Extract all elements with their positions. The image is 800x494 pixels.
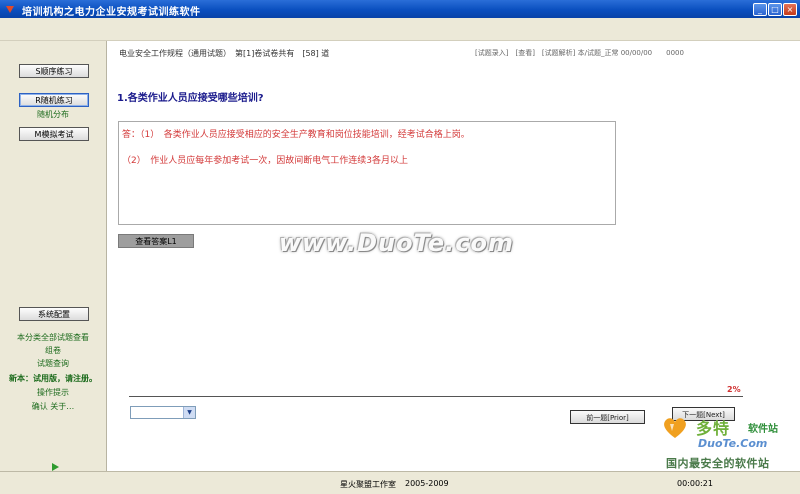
- about-link[interactable]: 确认 关于…: [0, 401, 106, 412]
- logo-subtitle: 软件站: [748, 424, 778, 435]
- logo-slogan: 国内最安全的软件站: [666, 457, 770, 470]
- answer-line-2: （2） 作业人员应每年参加考试一次，因故间断电气工作连续3各月以上: [122, 156, 408, 166]
- toolbar-band: [0, 18, 800, 41]
- logo-domain: DuoTe.Com: [698, 437, 768, 450]
- random-distribution-link[interactable]: 随机分布: [0, 109, 106, 120]
- maximize-button[interactable]: □: [768, 3, 782, 16]
- main-panel: 电业安全工作规程（通用试题） 第[1]卷试卷共有 [58] 道 [试题录入] […: [107, 41, 800, 471]
- prev-question-button[interactable]: 前一题[Prior]: [570, 410, 645, 424]
- view-all-questions-link[interactable]: 本分类全部试题查看: [0, 332, 106, 343]
- watermark-text: www.DuoTe.com: [279, 229, 514, 257]
- paper-info: 电业安全工作规程（通用试题） 第[1]卷试卷共有 [58] 道: [119, 49, 330, 58]
- status-bar: 星火聚盟工作室 2005-2009 00:00:21: [0, 471, 800, 494]
- studio-name: 星火聚盟工作室: [340, 480, 396, 489]
- answer-box: 答：（1） 各类作业人员应接受相应的安全生产教育和岗位技能培训，经考试合格上岗。…: [118, 121, 616, 225]
- compose-paper-link[interactable]: 组卷: [0, 345, 106, 356]
- play-icon[interactable]: [52, 463, 59, 471]
- question-select[interactable]: ▼: [130, 406, 196, 419]
- close-button[interactable]: ×: [783, 3, 797, 16]
- answer-line-1: 答：（1） 各类作业人员应接受相应的安全生产教育和岗位技能培训，经考试合格上岗。: [122, 130, 470, 140]
- heart-logo-icon: [664, 418, 686, 438]
- chevron-down-icon[interactable]: ▼: [183, 407, 195, 418]
- question-search-link[interactable]: 试题查询: [0, 358, 106, 369]
- help-tips-link[interactable]: 操作提示: [0, 387, 106, 398]
- view-answer-button[interactable]: 查看答案L1: [118, 234, 194, 248]
- minimize-button[interactable]: _: [753, 3, 767, 16]
- sidebar: S顺序练习 R随机练习 随机分布 M模拟考试 系统配置 本分类全部试题查看 组卷…: [0, 41, 107, 471]
- title-bar: 培训机构之电力企业安规考试训练软件 _ □ ×: [0, 0, 800, 18]
- elapsed-timer: 00:00:21: [677, 479, 713, 488]
- random-practice-button[interactable]: R随机练习: [19, 93, 89, 107]
- mock-exam-button[interactable]: M模拟考试: [19, 127, 89, 141]
- progress-divider: [129, 396, 743, 397]
- window-title: 培训机构之电力企业安规考试训练软件: [22, 7, 201, 18]
- question-title: 1.各类作业人员应接受哪些培训?: [117, 93, 264, 104]
- copyright-years: 2005-2009: [405, 479, 449, 488]
- system-config-button[interactable]: 系统配置: [19, 307, 89, 321]
- sequential-practice-button[interactable]: S顺序练习: [19, 64, 89, 78]
- logo-title: 多特: [696, 419, 731, 438]
- progress-percent: 2%: [727, 385, 741, 394]
- question-tools[interactable]: [试题录入] [查看] [试题解析] 本/试题_正常 00/00/00 0000: [475, 48, 684, 58]
- app-icon: [6, 6, 14, 13]
- register-notice-link[interactable]: 新本：试用版，请注册。: [0, 373, 106, 384]
- duote-logo: 多特 软件站 DuoTe.Com 国内最安全的软件站: [660, 411, 800, 473]
